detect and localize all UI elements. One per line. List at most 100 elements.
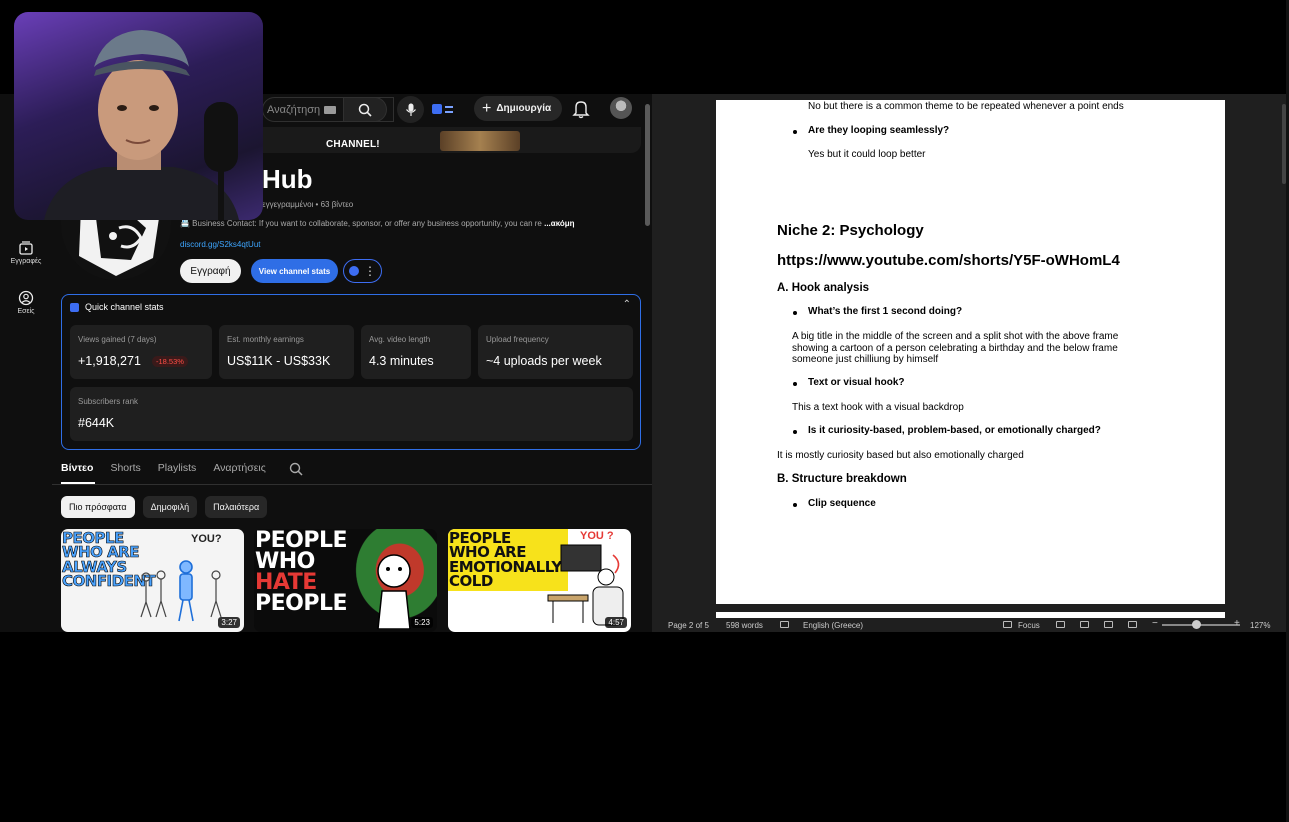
bullet-icon xyxy=(793,311,797,315)
focus-label[interactable]: Focus xyxy=(1018,621,1040,630)
search-icon xyxy=(358,103,372,117)
account-avatar[interactable] xyxy=(610,97,632,119)
print-layout-icon[interactable] xyxy=(1056,621,1065,628)
thumbnail-title: PEOPLE WHO HATE PEOPLE xyxy=(255,530,348,616)
view-channel-stats-button[interactable]: View channel stats xyxy=(251,259,338,283)
banner-art xyxy=(440,131,520,151)
stat-card-upload-frequency: Upload frequency ~4 uploads per week xyxy=(478,325,633,379)
doc-subheading: A. Hook analysis xyxy=(777,282,870,294)
channel-tabs: Βίντεο Shorts Playlists Αναρτήσεις xyxy=(61,462,303,478)
bullet-icon xyxy=(793,430,797,434)
draft-view-icon[interactable] xyxy=(1128,621,1137,628)
channel-title: Hub xyxy=(262,164,313,194)
thumbnail-title-line: PEOPLE xyxy=(255,590,348,616)
chip-latest[interactable]: Πιο πρόσφατα xyxy=(61,496,135,518)
rail-label: Εσείς xyxy=(17,308,35,315)
language-indicator[interactable]: English (Greece) xyxy=(803,621,863,630)
zoom-level[interactable]: 127% xyxy=(1250,621,1270,630)
bullet-icon xyxy=(793,382,797,386)
zoom-in-icon[interactable]: + xyxy=(1234,618,1240,629)
web-layout-icon[interactable] xyxy=(1080,621,1089,628)
subscribe-button[interactable]: Εγγραφή xyxy=(180,259,241,283)
doc-text: Yes but it could loop better xyxy=(808,149,926,160)
voice-search-button[interactable] xyxy=(397,96,424,123)
thumbnail-side-text: YOU? xyxy=(191,533,222,545)
chip-oldest[interactable]: Παλαιότερα xyxy=(205,496,268,518)
stats-panel-header: Quick channel stats xyxy=(70,302,164,312)
webcam-overlay xyxy=(14,12,263,220)
video-duration: 4:57 xyxy=(605,617,627,628)
video-thumbnail[interactable]: PEOPLE WHO ARE EMOTIONALLY COLD YOU ? 4:… xyxy=(448,529,631,632)
tab-shorts[interactable]: Shorts xyxy=(110,462,140,478)
banner-text: CHANNEL! xyxy=(326,139,380,150)
stat-value: US$11K - US$33K xyxy=(227,354,331,368)
doc-url[interactable]: https://www.youtube.com/shorts/Y5F-oWHom… xyxy=(777,252,1120,269)
focus-icon[interactable] xyxy=(1003,621,1012,628)
tab-playlists[interactable]: Playlists xyxy=(158,462,197,478)
chip-popular[interactable]: Δημοφιλή xyxy=(142,496,198,518)
video-thumbnail[interactable]: PEOPLE WHO HATE PEOPLE 5:23 xyxy=(254,529,437,632)
rail-item-subscriptions[interactable]: Εγγραφές xyxy=(2,240,50,265)
rail-item-you[interactable]: Εσείς xyxy=(2,290,50,315)
proofing-icon[interactable] xyxy=(780,621,789,628)
channel-meta: ι εγγεγραμμένοι • 63 βίντεο xyxy=(258,200,354,209)
outline-view-icon[interactable] xyxy=(1104,621,1113,628)
description-more-link[interactable]: ...ακόμη xyxy=(544,219,574,228)
zoom-slider-track[interactable] xyxy=(1162,624,1240,626)
youtube-scrollbar[interactable] xyxy=(645,104,650,226)
doc-bullet-text: Clip sequence xyxy=(808,498,876,509)
page-count[interactable]: Page 2 of 5 xyxy=(668,621,709,630)
bullet-icon xyxy=(793,503,797,507)
channel-description[interactable]: 📇 Business Contact: If you want to colla… xyxy=(180,219,575,228)
video-duration: 3:27 xyxy=(218,617,240,628)
extension-logo-icon xyxy=(70,302,79,312)
stat-value: 4.3 minutes xyxy=(369,354,434,368)
keyboard-icon[interactable] xyxy=(324,106,337,115)
subscriptions-icon xyxy=(19,241,33,255)
doc-bullet-text: Is it curiosity-based, problem-based, or… xyxy=(808,425,1101,436)
extension-menu-button[interactable]: ⋮ xyxy=(343,259,382,283)
stat-card-subscribers-rank: Subscribers rank #644K xyxy=(70,387,633,441)
active-tab-indicator xyxy=(61,482,95,484)
doc-text: No but there is a common theme to be rep… xyxy=(808,101,1124,112)
stat-label: Views gained (7 days) xyxy=(78,335,157,344)
document-page[interactable]: No but there is a common theme to be rep… xyxy=(716,100,1225,604)
collapse-chevron-icon[interactable]: ⌃ xyxy=(623,299,631,310)
tabs-divider xyxy=(52,484,652,485)
tab-videos[interactable]: Βίντεο xyxy=(61,462,93,478)
search-placeholder: Αναζήτηση xyxy=(267,104,321,116)
stat-card-avg-length: Avg. video length 4.3 minutes xyxy=(361,325,471,379)
doc-heading: Niche 2: Psychology xyxy=(777,222,924,239)
create-button[interactable]: + Δημιουργία xyxy=(474,96,562,121)
tab-posts[interactable]: Αναρτήσεις xyxy=(213,462,266,478)
webcam-person-image xyxy=(44,30,239,220)
more-options-icon: ⋮ xyxy=(364,264,376,278)
channel-search-icon[interactable] xyxy=(289,462,303,476)
zoom-slider-thumb[interactable] xyxy=(1192,620,1201,629)
stat-label: Subscribers rank xyxy=(78,397,139,406)
stat-card-views: Views gained (7 days) +1,918,271 -18.53% xyxy=(70,325,212,379)
plus-icon: + xyxy=(482,99,492,117)
channel-link[interactable]: discord.gg/S2ks4qtUut xyxy=(180,240,261,249)
notifications-bell-icon[interactable] xyxy=(572,99,590,119)
stat-value: +1,918,271 xyxy=(78,354,141,368)
channel-banner: CHANNEL! xyxy=(260,127,641,153)
stats-panel-title: Quick channel stats xyxy=(85,302,164,312)
zoom-out-icon[interactable]: − xyxy=(1152,618,1158,629)
video-thumbnail[interactable]: PEOPLE WHO ARE ALWAYS CONFIDENT YOU? 3:2… xyxy=(61,529,244,632)
sort-chips: Πιο πρόσφατα Δημοφιλή Παλαιότερα xyxy=(61,496,268,518)
extension-logo-icon xyxy=(349,266,359,276)
stat-label: Upload frequency xyxy=(486,335,549,344)
you-icon xyxy=(18,290,34,306)
quick-channel-stats-panel: Quick channel stats ⌃ Views gained (7 da… xyxy=(61,294,641,450)
microphone-icon xyxy=(405,103,416,116)
word-status-bar: Page 2 of 5 598 words English (Greece) F… xyxy=(652,618,1289,632)
doc-bullet-text: Text or visual hook? xyxy=(808,377,905,388)
search-button[interactable] xyxy=(343,97,387,122)
stat-card-earnings: Est. monthly earnings US$11K - US$33K xyxy=(219,325,354,379)
description-text: 📇 Business Contact: If you want to colla… xyxy=(180,219,542,228)
extension-icon[interactable] xyxy=(432,101,462,117)
word-count[interactable]: 598 words xyxy=(726,621,763,630)
word-window: No but there is a common theme to be rep… xyxy=(652,94,1289,632)
create-label: Δημιουργία xyxy=(496,103,552,114)
